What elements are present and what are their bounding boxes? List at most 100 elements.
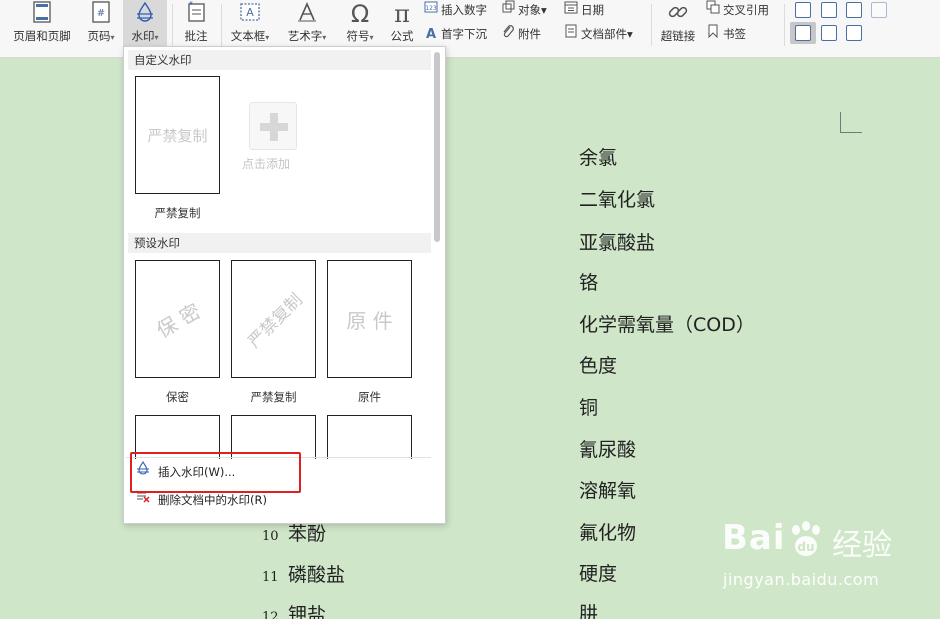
svg-text:*: *	[189, 0, 193, 9]
custom-watermark-preview: 严禁复制	[147, 126, 208, 145]
bookmark-button[interactable]: 书签	[705, 24, 746, 44]
text-box-label: 文本框	[230, 29, 266, 43]
svg-text:A: A	[246, 6, 254, 19]
page-number-icon: #	[80, 0, 122, 28]
symbol-label: 符号	[346, 29, 370, 43]
art-text-label: 艺术字	[287, 29, 323, 43]
insert-number-icon: 123	[423, 0, 439, 21]
picture-field-icon[interactable]	[821, 25, 837, 41]
attachment-label: 附件	[518, 27, 541, 41]
calendar-icon	[563, 0, 579, 21]
paperclip-icon	[500, 24, 516, 45]
custom-watermark-caption: 严禁复制	[154, 206, 201, 220]
add-watermark-button[interactable]	[249, 102, 297, 150]
svg-text:du: du	[797, 540, 814, 554]
object-button[interactable]: 对象▾	[500, 0, 547, 20]
doc-right-item: 二氧化氯	[579, 189, 656, 211]
ribbon-separator	[172, 4, 173, 46]
comment-label: 批注	[184, 29, 208, 43]
page-number-arrow-icon: ▾	[110, 33, 115, 42]
insert-number-label: 插入数字	[441, 3, 487, 17]
drop-cap-label: 首字下沉	[441, 27, 487, 41]
watermark-label: 水印	[131, 29, 155, 43]
svg-text:123: 123	[425, 5, 437, 12]
cross-ref-button[interactable]: 交叉引用	[705, 0, 769, 20]
drop-cap-button[interactable]: A 首字下沉	[423, 24, 487, 44]
symbol-arrow-icon: ▾	[369, 33, 374, 42]
preset-watermark-caption: 严禁复制	[250, 390, 297, 404]
header-footer-button[interactable]: 页眉和页脚	[6, 0, 78, 48]
preset-watermark-card[interactable]: 原 件	[327, 260, 412, 378]
insert-number-button[interactable]: 123 插入数字	[423, 0, 487, 20]
page-number-label: 页码	[87, 29, 111, 43]
doc-right-item: 铜	[579, 397, 599, 419]
lock-field-icon[interactable]	[846, 25, 862, 41]
date-button[interactable]: 日期	[563, 0, 604, 20]
formula-label: 公式	[390, 29, 414, 43]
add-watermark-label: 点击添加	[242, 157, 291, 171]
page-number-button[interactable]: # 页码▾	[80, 0, 122, 48]
attachment-button[interactable]: 附件	[500, 24, 541, 44]
plus-icon	[270, 113, 278, 141]
doc-right-item: 氟化物	[579, 522, 637, 544]
doc-parts-icon	[563, 24, 579, 45]
ribbon-separator	[784, 4, 785, 46]
doc-right-item: 氰尿酸	[579, 439, 637, 461]
checkbox-field-icon[interactable]	[821, 2, 837, 18]
art-text-arrow-icon: ▾	[322, 33, 327, 42]
doc-right-item: 余氯	[579, 147, 618, 169]
doc-item-text: 苯酚	[288, 523, 327, 545]
annotation-highlight-box	[130, 452, 301, 493]
doc-parts-arrow-icon: ▾	[627, 27, 633, 41]
art-text-icon	[282, 0, 332, 28]
svg-text:#: #	[97, 8, 105, 19]
header-footer-label: 页眉和页脚	[13, 29, 71, 43]
scrollbar-thumb[interactable]	[434, 52, 440, 242]
doc-item-number: 11	[262, 570, 279, 585]
text-box-button[interactable]: A 文本框▾	[226, 0, 274, 48]
list-field-icon[interactable]	[846, 2, 862, 18]
formula-button[interactable]: π 公式	[384, 0, 420, 48]
pi-formula-icon: π	[394, 0, 410, 28]
doc-parts-button[interactable]: 文档部件▾	[563, 24, 633, 44]
ribbon-separator	[221, 4, 222, 46]
preset-watermark-header: 预设水印	[128, 233, 431, 253]
object-arrow-icon: ▾	[541, 3, 547, 17]
preset-watermark-card[interactable]: 保 密	[135, 260, 220, 378]
art-text-button[interactable]: 艺术字▾	[282, 0, 332, 48]
preset-watermark-preview: 严禁复制	[244, 289, 307, 352]
preset-watermark-card[interactable]: 严禁复制	[231, 260, 316, 378]
custom-watermark-header: 自定义水印	[128, 50, 431, 70]
doc-right-item: 化学需氧量（COD）	[579, 314, 755, 336]
comment-icon: *	[176, 0, 216, 28]
comment-button[interactable]: * 批注	[176, 0, 216, 48]
doc-right-item: 色度	[579, 355, 618, 377]
symbol-button[interactable]: Ω 符号▾	[340, 0, 380, 48]
doc-right-item: 肼	[579, 603, 599, 619]
margin-corner-mark	[840, 132, 862, 133]
form-field-icon[interactable]	[795, 2, 811, 18]
baidu-jingyan-brand: 经验	[832, 528, 892, 563]
drop-cap-icon: A	[425, 27, 437, 42]
doc-left-item: 12 钾盐	[262, 600, 326, 619]
dropdown-scrollbar[interactable]	[433, 50, 441, 450]
text-box-arrow-icon: ▾	[265, 33, 270, 42]
preset-watermark-caption: 原件	[358, 390, 381, 404]
doc-item-text: 磷酸盐	[288, 564, 346, 586]
preset-watermark-card-partial[interactable]	[327, 415, 412, 459]
omega-symbol-icon: Ω	[350, 0, 370, 28]
hyperlink-button[interactable]: 超链接	[656, 0, 700, 48]
watermark-arrow-icon: ▾	[154, 33, 159, 42]
watermark-button[interactable]: 水印▾	[123, 0, 167, 46]
frame-field-icon[interactable]	[795, 25, 811, 41]
doc-parts-label: 文档部件	[581, 27, 627, 41]
margin-corner-mark	[840, 112, 841, 133]
doc-right-item: 硬度	[579, 563, 618, 585]
text-box-icon: A	[226, 0, 274, 28]
preset-watermark-preview: 原 件	[346, 308, 393, 333]
preset-watermark-caption: 保密	[166, 390, 189, 404]
doc-left-item: 11 磷酸盐	[262, 560, 345, 587]
preset-watermark-preview: 保 密	[152, 298, 205, 343]
custom-watermark-card[interactable]: 严禁复制	[135, 76, 220, 194]
chain-link-icon	[656, 0, 700, 28]
